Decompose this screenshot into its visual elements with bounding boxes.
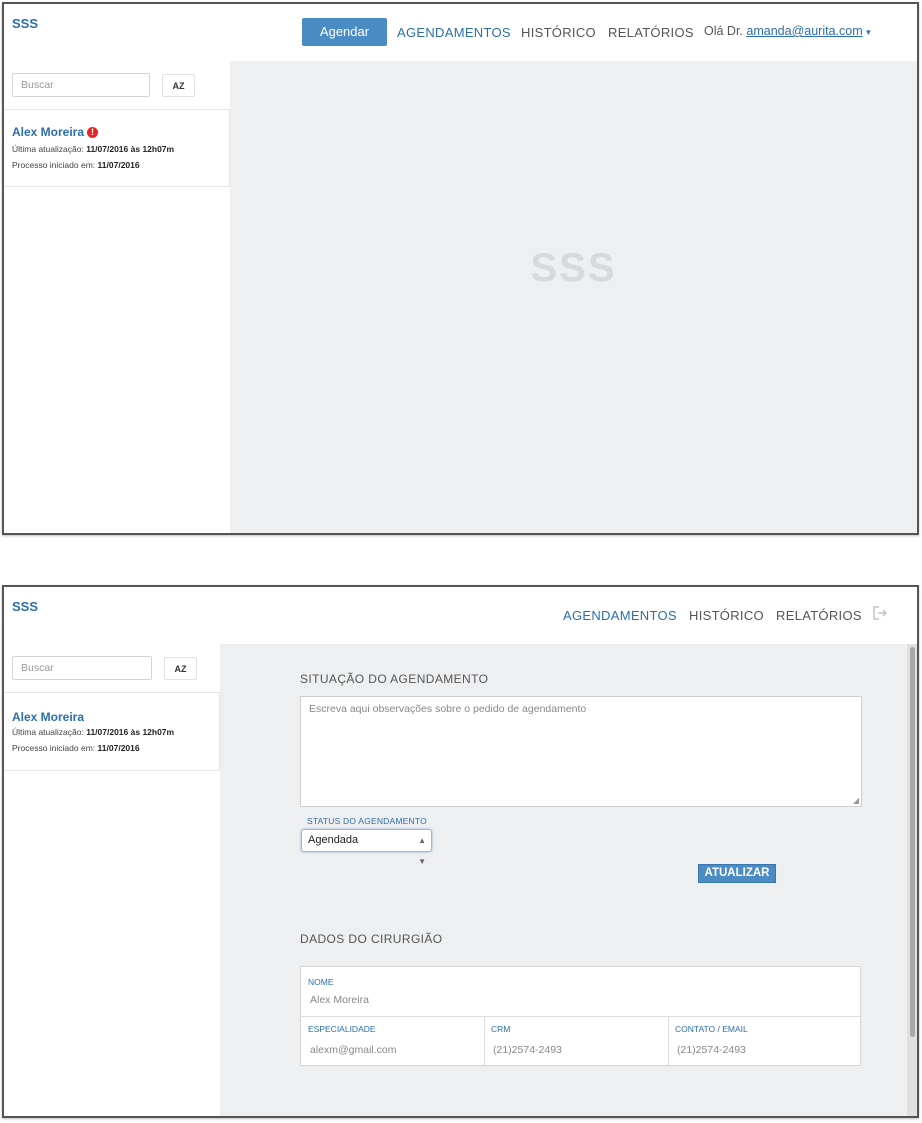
patient-name[interactable]: Alex Moreira! bbox=[12, 125, 99, 139]
last-update-label: Última atualização: bbox=[12, 144, 84, 154]
patient-name[interactable]: Alex Moreira bbox=[12, 710, 84, 724]
brand-logo[interactable]: SSS bbox=[12, 599, 38, 614]
resize-handle-icon[interactable]: ◢ bbox=[853, 796, 859, 805]
nav-appointments[interactable]: AGENDAMENTOS bbox=[563, 608, 677, 623]
status-select[interactable]: Agendada ▲ ▼ bbox=[301, 829, 432, 866]
divider bbox=[484, 1017, 485, 1065]
last-update: Última atualização: 11/07/2016 às 12h07m bbox=[12, 144, 174, 154]
watermark-logo: SSS bbox=[530, 246, 617, 290]
notes-placeholder: Escreva aqui observações sobre o pedido … bbox=[309, 703, 587, 715]
name-label: NOME bbox=[308, 977, 334, 987]
crm-value: (21)2574-2493 bbox=[493, 1044, 562, 1056]
search-input[interactable]: Buscar bbox=[12, 656, 152, 680]
nav-reports[interactable]: RELATÓRIOS bbox=[608, 25, 694, 40]
chevron-down-icon[interactable]: ▾ bbox=[866, 27, 871, 37]
nav-history[interactable]: HISTÓRICO bbox=[689, 608, 764, 623]
process-started-value: 11/07/2016 bbox=[97, 743, 140, 753]
process-started: Processo iniciado em: 11/07/2016 bbox=[12, 160, 140, 170]
top-header: SSS Agendar AGENDAMENTOS HISTÓRICO RELAT… bbox=[4, 4, 917, 61]
section-title-appointment-status: SITUAÇÃO DO AGENDAMENTO bbox=[300, 672, 489, 686]
process-started: Processo iniciado em: 11/07/2016 bbox=[12, 743, 140, 753]
schedule-button[interactable]: Agendar bbox=[302, 18, 387, 46]
last-update-label: Última atualização: bbox=[12, 727, 84, 737]
scrollbar-thumb[interactable] bbox=[910, 647, 915, 1037]
specialty-value: alexm@gmail.com bbox=[310, 1044, 397, 1056]
list-item[interactable]: Alex Moreira Última atualização: 11/07/2… bbox=[4, 692, 220, 771]
nav-history[interactable]: HISTÓRICO bbox=[521, 25, 596, 40]
list-item[interactable]: Alex Moreira! Última atualização: 11/07/… bbox=[4, 109, 230, 187]
patient-name-text: Alex Moreira bbox=[12, 125, 85, 139]
last-update-value: 11/07/2016 às 12h07m bbox=[86, 727, 175, 737]
user-greeting[interactable]: Olá Dr. amanda@aurita.com ▾ bbox=[704, 24, 871, 38]
search-input[interactable]: Buscar bbox=[12, 73, 150, 97]
brand-logo[interactable]: SSS bbox=[12, 16, 38, 31]
contact-label: CONTATO / EMAIL bbox=[675, 1024, 748, 1034]
patient-sidebar: Buscar AZ Alex Moreira Última atualizaçã… bbox=[4, 644, 220, 1116]
top-header: SSS AGENDAMENTOS HISTÓRICO RELATÓRIOS bbox=[4, 587, 917, 644]
greeting-text: Olá Dr. bbox=[704, 24, 743, 38]
last-update-value: 11/07/2016 às 12h07m bbox=[86, 144, 175, 154]
patient-sidebar: Buscar AZ Alex Moreira! Última atualizaç… bbox=[4, 61, 230, 533]
main-content: SSS bbox=[230, 61, 917, 533]
last-update: Última atualização: 11/07/2016 às 12h07m bbox=[12, 727, 174, 737]
contact-value: (21)2574-2493 bbox=[677, 1044, 746, 1056]
nav-appointments[interactable]: AGENDAMENTOS bbox=[397, 25, 511, 40]
name-value: Alex Moreira bbox=[310, 994, 369, 1006]
main-content: SITUAÇÃO DO AGENDAMENTO Escreva aqui obs… bbox=[220, 644, 907, 1116]
process-started-label: Processo iniciado em: bbox=[12, 160, 96, 170]
status-select-value: Agendada bbox=[308, 834, 359, 846]
divider bbox=[301, 1016, 860, 1017]
alert-icon: ! bbox=[87, 127, 99, 138]
crm-label: CRM bbox=[491, 1024, 511, 1034]
notes-textarea[interactable]: Escreva aqui observações sobre o pedido … bbox=[300, 696, 862, 807]
process-started-label: Processo iniciado em: bbox=[12, 743, 96, 753]
screenshot-appointment-detail: SSS AGENDAMENTOS HISTÓRICO RELATÓRIOS Bu… bbox=[2, 585, 919, 1118]
surgeon-data-box: NOME Alex Moreira ESPECIALIDADE alexm@gm… bbox=[300, 966, 861, 1066]
sort-az-button[interactable]: AZ bbox=[164, 657, 197, 680]
update-button[interactable]: ATUALIZAR bbox=[698, 864, 776, 883]
section-title-surgeon-data: DADOS DO CIRURGIÃO bbox=[300, 932, 443, 946]
scrollbar[interactable] bbox=[907, 644, 917, 1116]
sort-az-button[interactable]: AZ bbox=[162, 74, 195, 97]
divider bbox=[668, 1017, 669, 1065]
status-label: STATUS DO AGENDAMENTO bbox=[307, 816, 427, 826]
user-email-link[interactable]: amanda@aurita.com bbox=[746, 24, 862, 38]
specialty-label: ESPECIALIDADE bbox=[308, 1024, 376, 1034]
logout-icon[interactable] bbox=[872, 606, 888, 620]
updown-arrows-icon: ▲ ▼ bbox=[418, 836, 426, 866]
nav-reports[interactable]: RELATÓRIOS bbox=[776, 608, 862, 623]
process-started-value: 11/07/2016 bbox=[97, 160, 140, 170]
screenshot-agendar: SSS Agendar AGENDAMENTOS HISTÓRICO RELAT… bbox=[2, 2, 919, 535]
